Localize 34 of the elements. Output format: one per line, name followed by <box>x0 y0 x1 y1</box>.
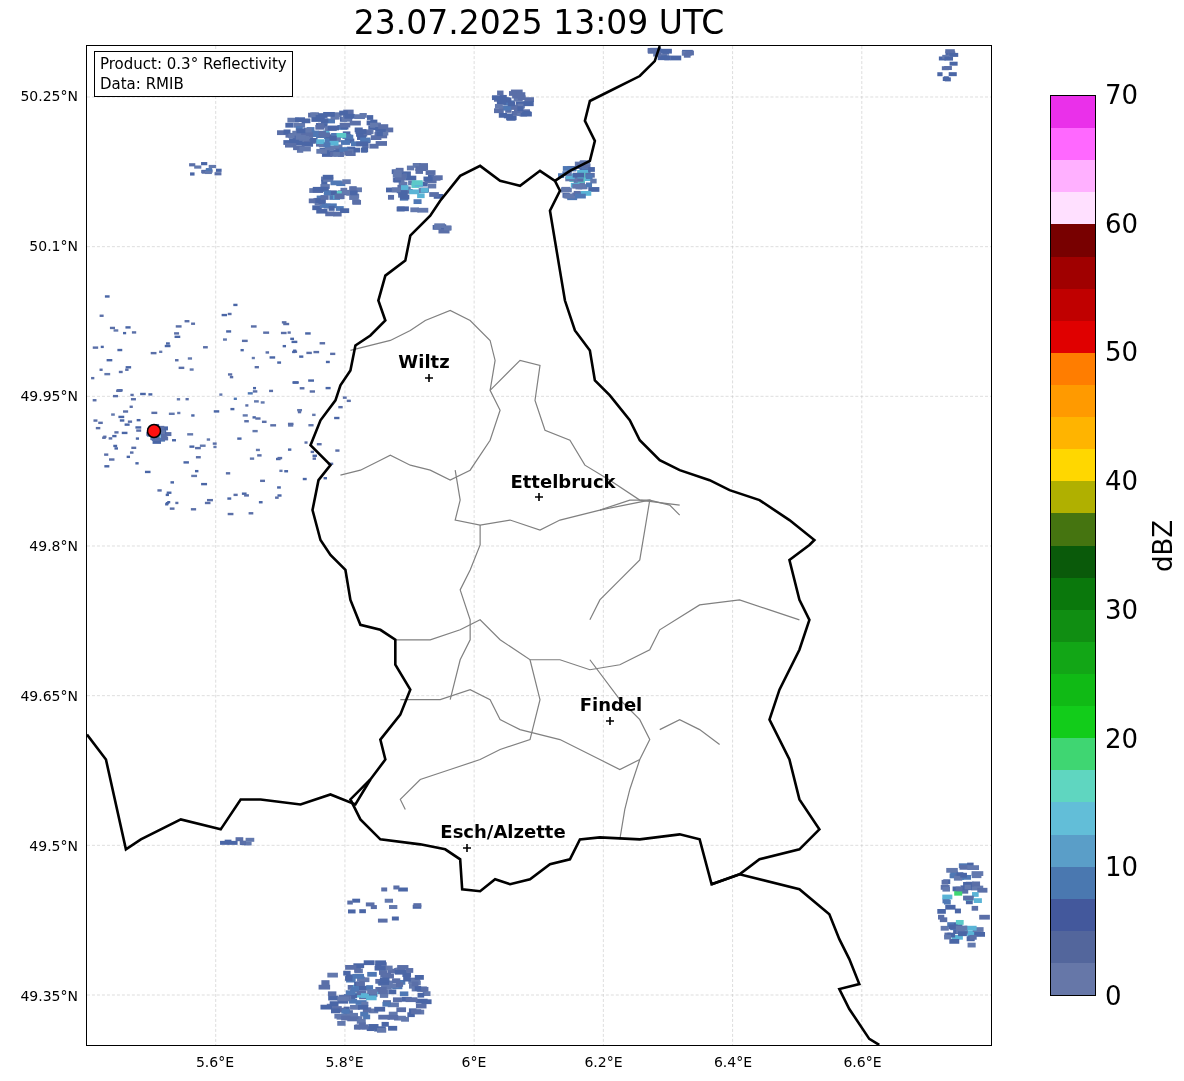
latitude-label: 49.95°N <box>20 389 78 403</box>
colorbar-label: dBZ <box>1150 519 1176 572</box>
colorbar-tick-label: 50 <box>1105 339 1139 366</box>
colorbar-tick-label: 60 <box>1105 210 1139 237</box>
info-text: Data: RMIB <box>100 74 185 94</box>
colorbar-tick-label: 40 <box>1105 468 1139 495</box>
colorbar-tick-label: 20 <box>1105 725 1139 752</box>
city-label: Wiltz <box>398 353 450 371</box>
city-marker-icon <box>463 844 471 852</box>
latitude-label: 49.35°N <box>20 989 78 1003</box>
colorbar-tick-label: 70 <box>1105 82 1139 108</box>
colorbar-tick-label: 10 <box>1105 854 1139 881</box>
city-marker-icon <box>425 374 433 382</box>
latitude-label: 50.1°N <box>29 239 78 253</box>
info-text: Product: 0.3° Reflectivity <box>100 54 287 74</box>
longitude-label: 6.2°E <box>584 1055 623 1069</box>
chart-title: 23.07.2025 13:09 UTC <box>353 6 725 39</box>
city-marker-icon <box>535 493 543 501</box>
longitude-label: 6.4°E <box>713 1055 753 1069</box>
latitude-label: 49.65°N <box>20 689 78 703</box>
colorbar-tick-label: 0 <box>1105 983 1122 1009</box>
city-label: Ettelbruck <box>510 473 616 491</box>
latitude-label: 49.8°N <box>29 539 78 553</box>
colorbar-tick-label: 30 <box>1105 596 1139 623</box>
longitude-label: 5.6°E <box>195 1055 235 1069</box>
longitude-label: 6.6°E <box>843 1055 882 1069</box>
radar-site-icon <box>146 423 162 439</box>
city-label: Esch/Alzette <box>440 823 566 841</box>
latitude-label: 50.25°N <box>20 89 78 103</box>
city-marker-icon <box>606 717 614 725</box>
city-label: Findel <box>579 696 643 714</box>
latitude-label: 49.5°N <box>29 839 78 853</box>
longitude-label: 6°E <box>461 1055 487 1069</box>
longitude-label: 5.8°E <box>325 1055 364 1069</box>
